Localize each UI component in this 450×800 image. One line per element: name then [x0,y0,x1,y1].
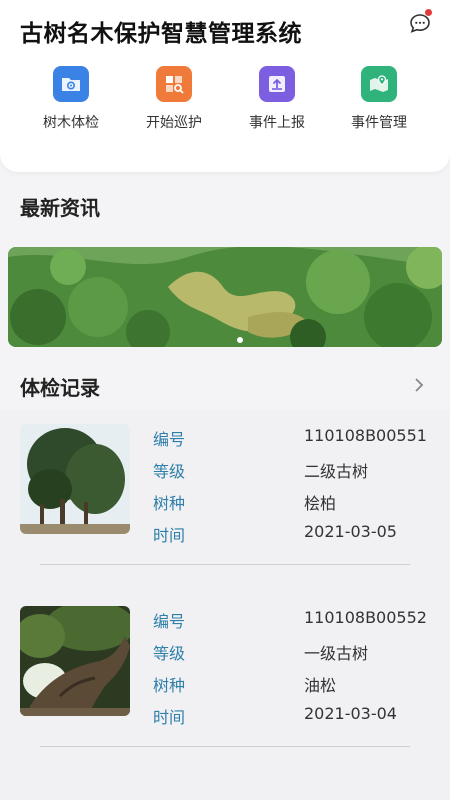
quick-action-tree-check[interactable]: 树木体检 [23,66,119,136]
chevron-right-icon[interactable] [412,377,426,393]
news-section-title: 最新资讯 [20,196,100,220]
field-row: 等级 一级古树 [153,640,428,664]
field-row: 树种 油松 [153,672,428,696]
forest-aerial-image [8,247,442,347]
field-value: 110108B00551 [304,426,427,445]
field-value: 110108B00552 [304,608,427,627]
map-pin-icon [361,66,397,102]
field-row: 时间 2021-03-04 [153,704,428,728]
record-item[interactable]: 编号 110108B00552 等级 一级古树 树种 油松 时间 2021-03… [0,592,450,772]
unread-dot [425,9,432,16]
upload-tray-icon [259,66,295,102]
carousel-dot-active[interactable] [237,337,243,343]
field-row: 时间 2021-03-05 [153,522,428,546]
app-title: 古树名木保护智慧管理系统 [20,21,302,47]
divider [40,564,410,565]
field-key: 编号 [153,612,186,631]
field-value: 2021-03-04 [304,704,397,723]
tree-photo [20,424,130,534]
field-key: 树种 [153,494,186,513]
records-list: 编号 110108B00551 等级 二级古树 树种 桧柏 时间 2021-03… [0,410,450,800]
field-key: 等级 [153,462,186,481]
news-banner[interactable] [8,247,442,347]
field-row: 树种 桧柏 [153,490,428,514]
top-panel: 古树名木保护智慧管理系统 树木体检 开始巡护 事件上报 事件管理 [0,0,450,172]
search-grid-icon [156,66,192,102]
folder-gear-icon [53,66,89,102]
field-key: 时间 [153,526,186,545]
field-row: 编号 110108B00552 [153,608,428,632]
field-key: 时间 [153,708,186,727]
field-key: 树种 [153,676,186,695]
field-key: 等级 [153,644,186,663]
quick-action-label: 事件管理 [351,115,407,131]
record-item[interactable]: 编号 110108B00551 等级 二级古树 树种 桧柏 时间 2021-03… [0,410,450,590]
field-row: 编号 110108B00551 [153,426,428,450]
field-value: 桧柏 [304,494,337,513]
divider [40,746,410,747]
field-value: 一级古树 [304,644,369,663]
quick-action-start-patrol[interactable]: 开始巡护 [126,66,222,136]
quick-action-label: 树木体检 [43,115,99,131]
quick-action-label: 开始巡护 [146,115,202,131]
tree-photo [20,606,130,716]
field-key: 编号 [153,430,186,449]
field-row: 等级 二级古树 [153,458,428,482]
field-value: 油松 [304,676,337,695]
quick-action-event-management[interactable]: 事件管理 [331,66,427,136]
quick-action-report-event[interactable]: 事件上报 [229,66,325,136]
records-section-title: 体检记录 [20,376,100,400]
field-value: 2021-03-05 [304,522,397,541]
field-value: 二级古树 [304,462,369,481]
quick-action-label: 事件上报 [249,115,305,131]
